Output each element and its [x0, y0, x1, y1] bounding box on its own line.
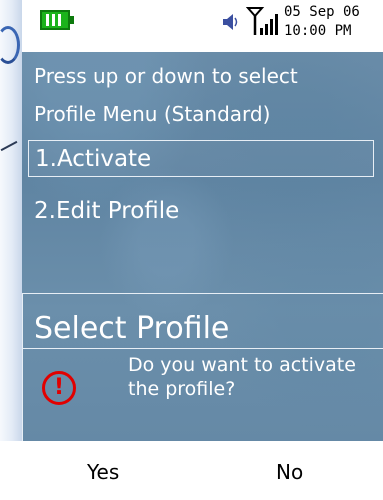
no-softkey[interactable]: No — [276, 459, 303, 485]
signal-icon — [245, 6, 280, 36]
dialog-left-border — [22, 293, 23, 441]
dialog-title: Select Profile — [34, 311, 230, 346]
bezel-tick-decoration — [0, 140, 18, 152]
instruction-line-1: Press up or down to select — [34, 64, 298, 88]
menu-item-edit-profile[interactable]: 2.Edit Profile — [28, 193, 374, 230]
status-datetime: 05 Sep 06 10:00 PM — [284, 3, 383, 47]
instruction-line-2: Profile Menu (Standard) — [34, 102, 271, 126]
status-date: 05 Sep 06 — [284, 4, 360, 20]
yes-softkey[interactable]: Yes — [87, 459, 119, 485]
alert-icon: ! — [42, 371, 76, 405]
menu-item-activate[interactable]: 1.Activate — [28, 140, 374, 177]
battery-icon — [40, 10, 74, 30]
dialog-top-border — [22, 293, 383, 294]
device-bezel — [0, 0, 22, 500]
dialog-message: Do you want to activate the profile? — [128, 354, 356, 400]
phone-screen: 05 Sep 06 10:00 PM Press up or down to s… — [22, 0, 383, 441]
softkey-bar: Yes No — [0, 441, 383, 500]
bezel-arc-decoration — [0, 26, 20, 64]
status-bar: 05 Sep 06 10:00 PM — [22, 0, 383, 52]
status-time: 10:00 PM — [284, 23, 352, 39]
speaker-icon — [222, 12, 238, 32]
